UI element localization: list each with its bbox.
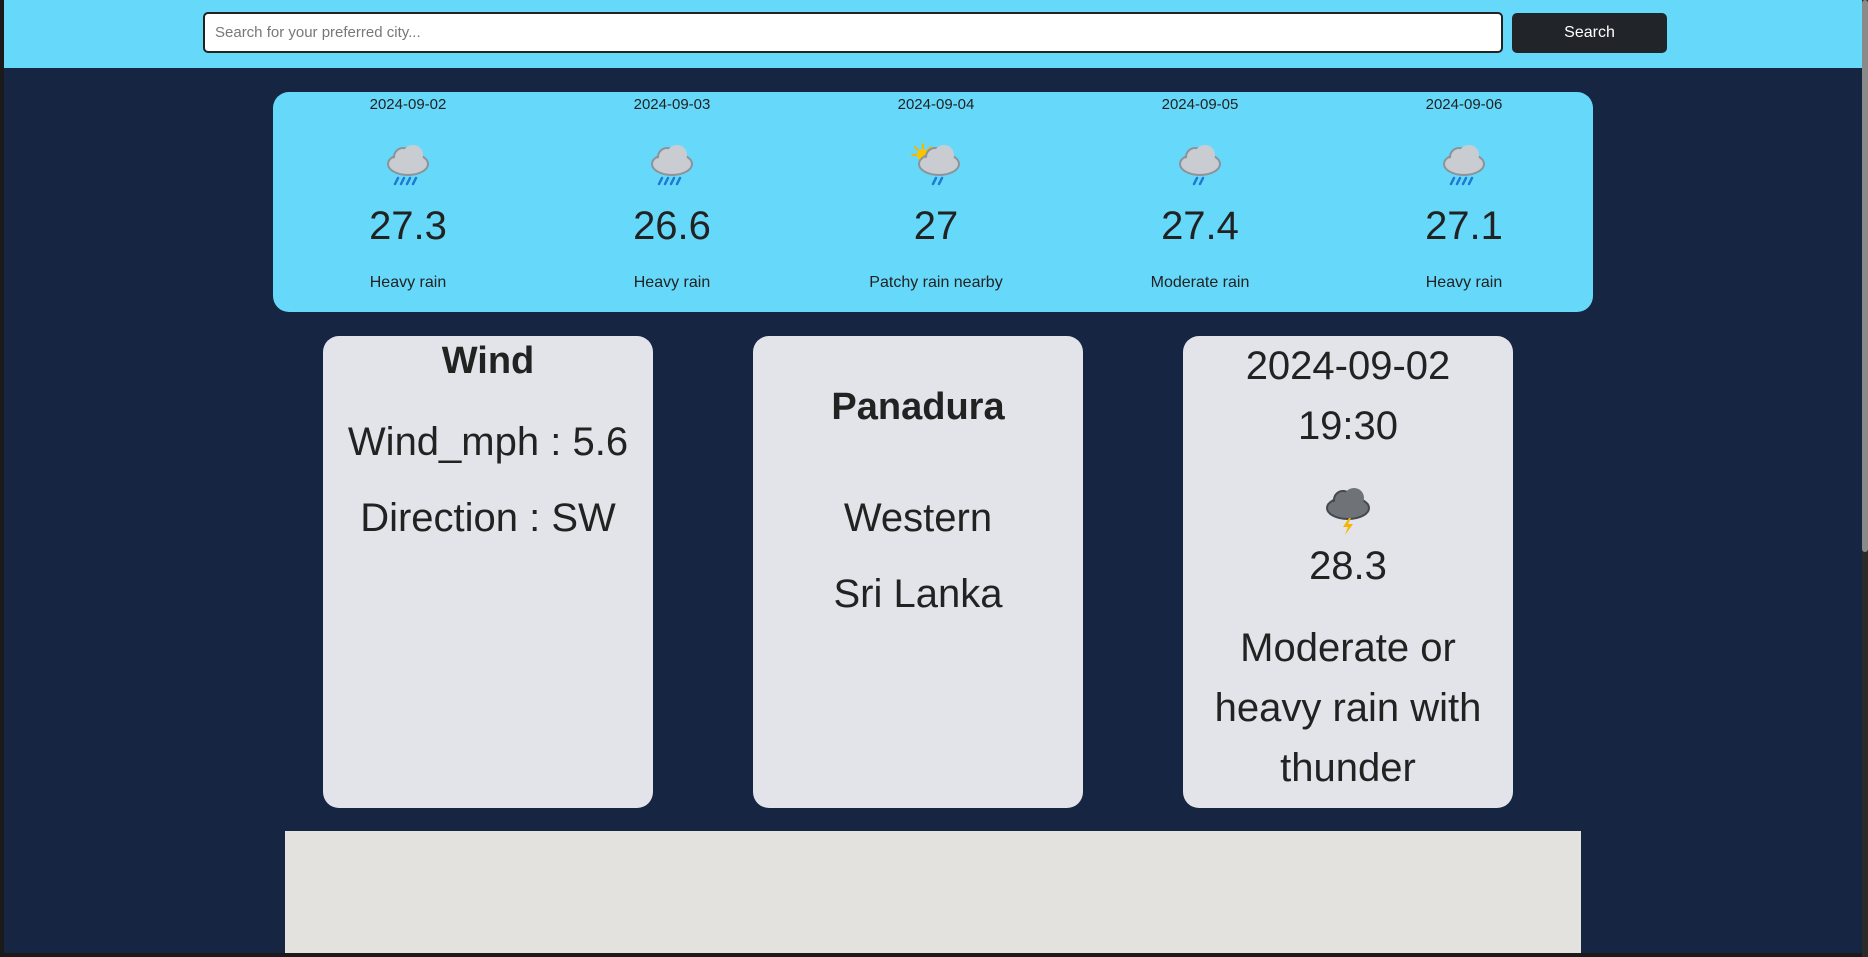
search-input[interactable] (203, 12, 1503, 53)
heavy-rain-icon (1443, 145, 1485, 186)
forecast-date: 2024-09-03 (633, 96, 711, 113)
forecast-date: 2024-09-02 (369, 96, 447, 113)
forecast-date: 2024-09-04 (897, 96, 975, 113)
forecast-temp: 27.1 (1425, 204, 1503, 248)
forecast-condition: Patchy rain nearby (869, 274, 1003, 291)
forecast-day: 2024-09-05 27.4 Moderate rain (1100, 92, 1300, 312)
location-city: Panadura (831, 386, 1005, 428)
location-region: Western (843, 496, 993, 540)
app-frame: Search 2024-09-02 27.3 Heavy rain (4, 0, 1862, 953)
forecast-temp: 26.6 (633, 204, 711, 248)
location-country: Sri Lanka (833, 572, 1003, 616)
search-button[interactable]: Search (1512, 13, 1667, 53)
current-condition: Moderate or heavy rain with thunder (1214, 626, 1482, 790)
current-temp: 28.3 (1309, 544, 1387, 588)
wind-mph: Wind_mph : 5.6 (347, 420, 629, 464)
wind-direction: Direction : SW (360, 496, 616, 540)
forecast-condition: Moderate rain (1150, 274, 1250, 291)
forecast-day: 2024-09-02 27.3 Heavy rain (308, 92, 508, 312)
forecast-temp: 27.3 (369, 204, 447, 248)
forecast-condition: Heavy rain (633, 274, 711, 291)
scrollbar-thumb[interactable] (1862, 0, 1868, 552)
forecast-temp: 27.4 (1161, 204, 1239, 248)
location-card: Panadura Western Sri Lanka (753, 336, 1083, 808)
wind-card: Wind Wind_mph : 5.6 Direction : SW (323, 336, 653, 808)
current-date: 2024-09-02 (1245, 344, 1451, 388)
forecast-date: 2024-09-06 (1425, 96, 1503, 113)
map-area[interactable] (285, 831, 1581, 953)
heavy-rain-icon (387, 145, 429, 186)
forecast-panel: 2024-09-02 27.3 Heavy rain 2024-09-03 26… (273, 92, 1593, 312)
forecast-day: 2024-09-06 27.1 Heavy rain (1364, 92, 1564, 312)
moderate-rain-icon (1179, 145, 1221, 186)
forecast-condition: Heavy rain (369, 274, 447, 291)
forecast-day: 2024-09-03 26.6 Heavy rain (572, 92, 772, 312)
forecast-temp: 27 (913, 204, 959, 248)
scrollbar[interactable] (1862, 0, 1868, 957)
forecast-condition: Heavy rain (1425, 274, 1503, 291)
search-bar: Search (4, 0, 1862, 68)
forecast-day: 2024-09-04 27 Patchy rain nearby (836, 92, 1036, 312)
wind-title: Wind (441, 340, 535, 382)
patchy-rain-icon (911, 143, 960, 186)
current-time: 19:30 (1297, 404, 1399, 448)
heavy-rain-icon (651, 145, 693, 186)
forecast-date: 2024-09-05 (1161, 96, 1239, 113)
current-weather-card: 2024-09-02 19:30 28.3 Moderate or heavy … (1183, 336, 1513, 808)
thunder-rain-icon (1326, 488, 1370, 535)
